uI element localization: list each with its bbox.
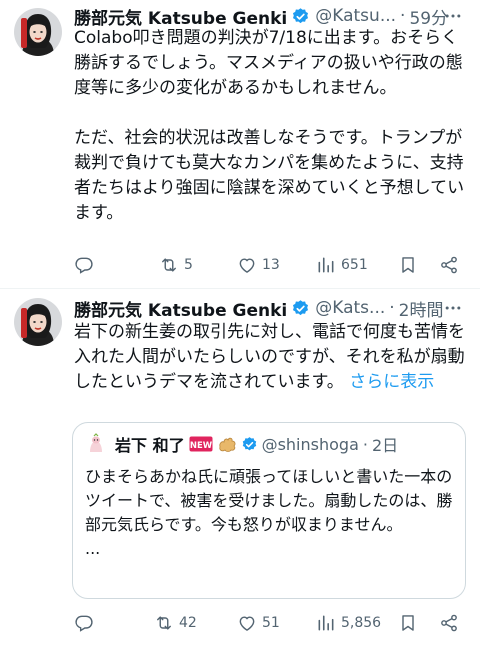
separator-dot: ·	[362, 434, 368, 454]
action-bar: 5 13 651	[74, 253, 470, 277]
separator-dot: ·	[389, 298, 395, 318]
quoted-timestamp[interactable]: 2日	[372, 432, 398, 456]
verified-icon	[293, 7, 309, 23]
bookmark-icon	[402, 615, 414, 631]
retweet-count: 5	[184, 257, 193, 273]
quoted-author-name[interactable]: 岩下 和了	[115, 432, 185, 456]
tweet-paragraph: Colabo叩き問題の判決が7/18に出ます。おそらく勝訴するでしょう。マスメデ…	[74, 28, 463, 98]
like-icon	[239, 616, 255, 631]
views-button[interactable]: 5,856	[316, 611, 381, 635]
quoted-tweet-text: ひまそらあかね氏に頑張ってほしいと書いた一本のツイートで、被害を受けました。扇動…	[85, 465, 457, 561]
tweet-header: 勝部元気 Katsube Genki @Kats... · 2時間	[74, 296, 466, 321]
share-icon	[441, 614, 457, 632]
share-button[interactable]	[439, 611, 459, 635]
share-button[interactable]	[439, 253, 459, 277]
quoted-avatar	[85, 433, 107, 455]
view-count: 5,856	[341, 615, 382, 631]
bookmark-icon	[402, 257, 414, 273]
show-more-link[interactable]: さらに表示	[349, 372, 434, 392]
ginger-icon	[217, 435, 237, 453]
like-button[interactable]: 13	[237, 253, 280, 277]
reply-button[interactable]	[74, 253, 99, 277]
like-icon	[239, 258, 255, 273]
quoted-tweet[interactable]: 岩下 和了 NEW @shinshoga · 2日 ひまそらあかね氏に頑張ってほ…	[72, 422, 466, 599]
quoted-tweet-header: 岩下 和了 NEW @shinshoga · 2日	[85, 433, 453, 455]
more-icon[interactable]	[440, 296, 466, 320]
new-badge-icon: NEW	[189, 436, 213, 452]
retweet-icon	[162, 258, 176, 272]
author-name[interactable]: 勝部元気 Katsube Genki	[74, 4, 287, 29]
retweet-button[interactable]: 42	[154, 611, 197, 635]
verified-icon	[293, 299, 309, 315]
quoted-author-handle[interactable]: @shinshoga	[262, 435, 359, 454]
quoted-paragraph: ひまそらあかね氏に頑張ってほしいと書いた一本のツイートで、被害を受けました。扇動…	[85, 467, 453, 534]
tweet-text: 岩下の新生姜の取引先に対し、電話で何度も苦情を入れた人間がいたらしいのですが、そ…	[74, 320, 470, 395]
svg-text:NEW: NEW	[189, 441, 212, 451]
reply-icon	[75, 257, 93, 274]
avatar[interactable]	[14, 298, 62, 346]
views-icon	[318, 257, 334, 273]
tweet-paragraph: ただ、社会的状況は改善しなそうです。トランプが裁判で負けても莫大なカンパを集めた…	[74, 128, 465, 223]
quoted-ellipsis: ...	[85, 539, 101, 558]
timestamp[interactable]: 2時間	[399, 296, 444, 321]
more-icon[interactable]	[440, 4, 466, 28]
action-bar: 42 51 5,856	[74, 611, 470, 635]
retweet-count: 42	[179, 615, 197, 631]
views-button[interactable]: 651	[316, 253, 368, 277]
retweet-button[interactable]: 5	[159, 253, 193, 277]
reply-icon	[75, 615, 93, 632]
avatar[interactable]	[14, 8, 62, 56]
like-count: 51	[262, 615, 280, 631]
like-button[interactable]: 51	[237, 611, 280, 635]
view-count: 651	[341, 257, 368, 273]
tweet-header: 勝部元気 Katsube Genki @Katsu... · 59分	[74, 4, 466, 29]
verified-icon	[242, 436, 256, 450]
reply-button[interactable]	[74, 611, 99, 635]
views-icon	[318, 615, 334, 631]
author-handle[interactable]: @Katsu...	[315, 6, 396, 26]
tweet[interactable]: 勝部元気 Katsube Genki @Katsu... · 59分 Colab…	[0, 0, 480, 288]
tweet-text: Colabo叩き問題の判決が7/18に出ます。おそらく勝訴するでしょう。マスメデ…	[74, 26, 470, 226]
separator-dot: ·	[400, 6, 406, 26]
author-handle[interactable]: @Kats...	[315, 298, 385, 318]
retweet-icon	[157, 616, 171, 630]
author-name[interactable]: 勝部元気 Katsube Genki	[74, 296, 287, 321]
bookmark-button[interactable]	[398, 611, 418, 635]
tweet[interactable]: 勝部元気 Katsube Genki @Kats... · 2時間 岩下の新生姜…	[0, 288, 480, 645]
bookmark-button[interactable]	[398, 253, 418, 277]
like-count: 13	[262, 257, 280, 273]
share-icon	[441, 256, 457, 274]
